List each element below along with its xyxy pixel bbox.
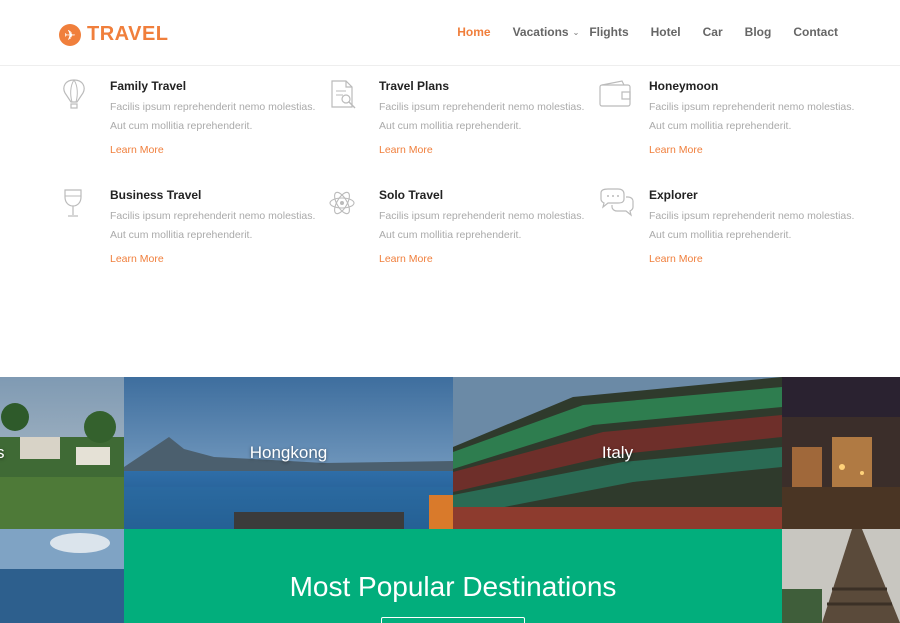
plane-icon: ✈: [59, 23, 81, 46]
balloon-icon: [63, 79, 85, 109]
destination-tile[interactable]: [782, 529, 900, 623]
nav-car[interactable]: Car: [703, 25, 723, 39]
wallet-icon: [599, 80, 631, 107]
destination-tile[interactable]: s: [0, 377, 124, 529]
service-title: Business Travel: [110, 188, 202, 202]
document-search-icon: [331, 80, 356, 109]
logo[interactable]: ✈ TRAVEL: [59, 23, 169, 46]
destination-photo: [782, 377, 900, 529]
atom-icon: [329, 191, 355, 215]
destination-label: s: [0, 443, 5, 462]
popular-destinations-button[interactable]: [381, 617, 525, 623]
service-title: Explorer: [649, 188, 698, 202]
learn-more-link[interactable]: Learn More: [379, 253, 589, 265]
nav-contact[interactable]: Contact: [793, 25, 838, 39]
destination-label: Hongkong: [249, 443, 328, 462]
destination-photo: [782, 529, 900, 623]
chevron-down-icon: ⌄: [572, 27, 580, 37]
service-title: Family Travel: [110, 79, 187, 93]
nav-flights[interactable]: Flights: [589, 25, 628, 39]
wine-glass-icon: [64, 189, 82, 217]
service-title: Travel Plans: [379, 79, 450, 93]
destination-label: Italy: [601, 443, 634, 462]
site-header: ✈ TRAVEL Home Vacations ⌄ Flights Hotel C…: [0, 0, 900, 66]
brand-name: TRAVEL: [87, 23, 169, 45]
service-text: Facilis ipsum reprehenderit nemo molesti…: [649, 210, 855, 241]
service-text: Facilis ipsum reprehenderit nemo molesti…: [379, 101, 585, 132]
learn-more-link[interactable]: Learn More: [649, 253, 859, 265]
popular-destinations-banner: Most Popular Destinations: [124, 529, 782, 623]
service-title: Honeymoon: [649, 79, 719, 93]
nav-blog[interactable]: Blog: [745, 25, 772, 39]
nav-home[interactable]: Home: [457, 25, 490, 39]
service-text: Facilis ipsum reprehenderit nemo molesti…: [379, 210, 585, 241]
learn-more-link[interactable]: Learn More: [649, 144, 859, 156]
learn-more-link[interactable]: Learn More: [110, 253, 320, 265]
chat-bubbles-icon: [600, 188, 634, 217]
destination-photo: [0, 529, 124, 623]
nav-hotel[interactable]: Hotel: [651, 25, 681, 39]
nav-vacations[interactable]: Vacations ⌄: [513, 25, 580, 39]
learn-more-link[interactable]: Learn More: [379, 144, 589, 156]
service-text: Facilis ipsum reprehenderit nemo molesti…: [110, 210, 316, 241]
destination-tile[interactable]: Hongkong: [124, 377, 453, 529]
learn-more-link[interactable]: Learn More: [110, 144, 320, 156]
destination-tile[interactable]: [782, 377, 900, 529]
destination-tile[interactable]: [0, 529, 124, 623]
service-text: Facilis ipsum reprehenderit nemo molesti…: [110, 101, 316, 132]
main-nav: Home Vacations ⌄ Flights Hotel Car Blog C…: [435, 25, 838, 39]
service-text: Facilis ipsum reprehenderit nemo molesti…: [649, 101, 855, 132]
section-title: Most Popular Destinations: [289, 571, 617, 602]
destination-tile[interactable]: Italy: [453, 377, 782, 529]
service-title: Solo Travel: [379, 188, 444, 202]
